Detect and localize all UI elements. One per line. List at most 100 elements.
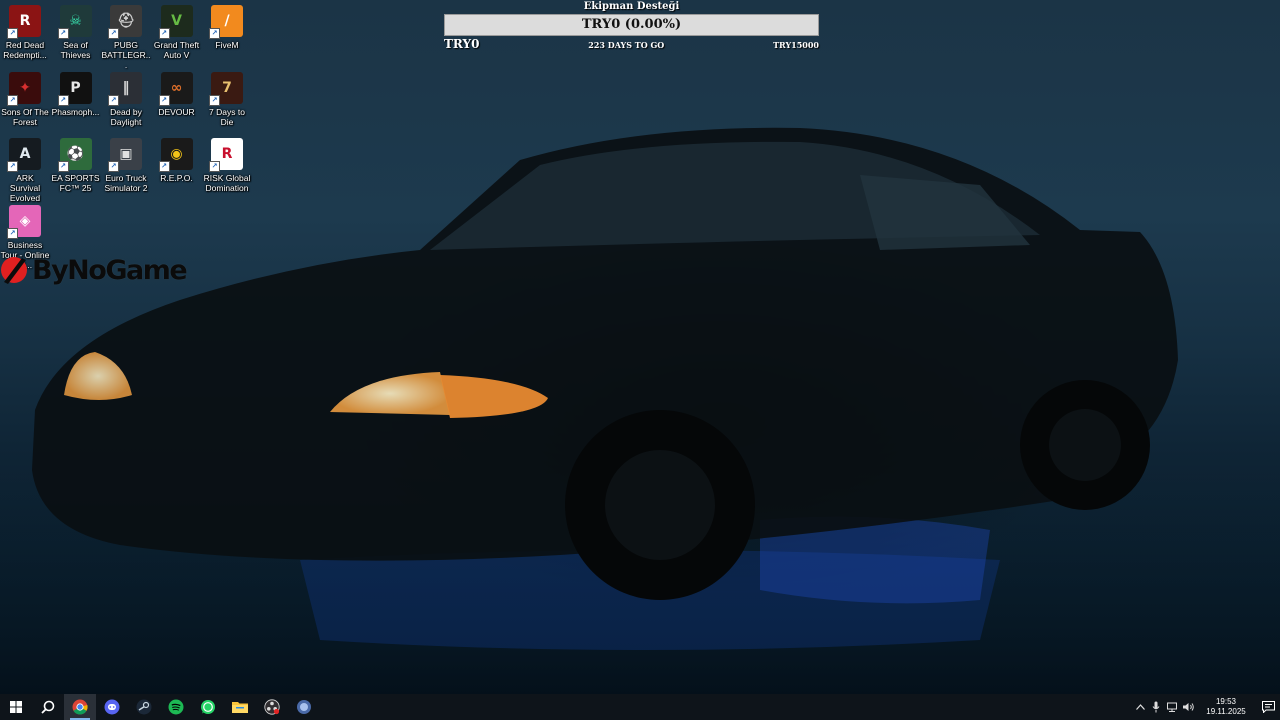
tray-volume[interactable] [1180, 694, 1196, 720]
tray-network[interactable] [1164, 694, 1180, 720]
goal-target-amount: TRY15000 [773, 40, 819, 50]
desktop-shortcut-label: PUBG BATTLEGR... [101, 40, 151, 70]
desktop-shortcut-label: Dead by Daylight [110, 106, 142, 127]
desktop-shortcut[interactable]: R ↗ Red Dead Redempti... [0, 5, 50, 60]
taskbar-app[interactable] [288, 694, 320, 720]
red-dead-redemption-icon: R ↗ [7, 5, 41, 39]
sea-of-thieves-icon: ☠ ↗ [57, 5, 92, 39]
clock-date: 19.11.2025 [1206, 707, 1246, 716]
icon-glyph: ⛑ [117, 13, 135, 29]
chrome-icon [72, 699, 88, 715]
icon-glyph: P [70, 79, 81, 96]
volume-icon [1182, 703, 1194, 711]
desktop-shortcut-label: FiveM [215, 40, 239, 50]
euro-truck-simulator-icon: ▣ ↗ [108, 138, 142, 172]
desktop-shortcut[interactable]: ⚽ ↗ EA SPORTS FC™ 25 [51, 138, 101, 193]
start-button[interactable] [0, 694, 32, 720]
desktop-shortcut-label: R.E.P.O. [160, 173, 193, 183]
notification-center-button[interactable] [1256, 694, 1280, 720]
icon-glyph: R [221, 146, 233, 162]
risk-icon: R ↗ [209, 138, 243, 172]
taskbar-steam[interactable] [128, 694, 160, 720]
obs-icon [264, 699, 280, 715]
discord-icon [104, 699, 120, 715]
goal-title: Ekipman Desteği [583, 1, 680, 12]
icon-glyph: / [224, 13, 230, 29]
phasmophobia-icon: P ↗ [57, 71, 92, 106]
sons-of-the-forest-icon: ✦ ↗ [7, 71, 41, 106]
windows-start-icon [10, 701, 22, 713]
steam-icon [136, 699, 152, 715]
taskbar-spotify[interactable] [160, 694, 192, 720]
icon-glyph: ▣ [119, 146, 133, 162]
shortcut-arrow-icon: ↗ [108, 161, 119, 172]
taskbar-whatsapp[interactable] [192, 694, 224, 720]
pubg-icon: ⛑ ↗ [108, 5, 142, 39]
goal-footer: TRY0 223 DAYS TO GO TRY15000 [444, 37, 819, 51]
desktop-shortcut-label: Sea of Thieves [60, 40, 91, 60]
desktop-shortcut[interactable]: ▣ ↗ Euro Truck Simulator 2 [101, 138, 151, 193]
clock-time: 19:53 [1215, 697, 1237, 706]
shortcut-arrow-icon: ↗ [57, 28, 69, 39]
goal-days-left: 223 DAYS TO GO [588, 40, 665, 50]
desktop-shortcut[interactable]: A ↗ ARK Survival Evolved [0, 138, 50, 203]
gta-v-icon: V ↗ [158, 5, 193, 39]
desktop-shortcut[interactable]: / ↗ FiveM [202, 5, 252, 50]
icon-glyph: R [19, 13, 31, 29]
taskbar-chrome[interactable] [64, 694, 96, 720]
shortcut-arrow-icon: ↗ [7, 28, 18, 39]
desktop-shortcut[interactable]: 7 ↗ 7 Days to Die [202, 71, 252, 127]
repo-icon: ◉ ↗ [158, 138, 193, 172]
desktop-shortcut-label: Grand Theft Auto V [153, 40, 200, 60]
desktop-shortcut[interactable]: V ↗ Grand Theft Auto V [152, 5, 202, 60]
whatsapp-icon [201, 700, 215, 714]
desktop-shortcut-label: EA SPORTS FC™ 25 [51, 173, 100, 193]
desktop-shortcut-label: Red Dead Redempti... [3, 40, 47, 60]
search-button[interactable] [32, 694, 64, 720]
business-tour-icon: ◈ ↗ [7, 204, 41, 239]
shortcut-arrow-icon: ↗ [158, 161, 170, 172]
desktop-shortcut[interactable]: P ↗ Phasmoph... [51, 71, 101, 117]
goal-progress-bar: TRY0 (0.00%) [444, 14, 819, 36]
icon-glyph: V [171, 13, 182, 29]
icon-glyph: 7 [222, 79, 232, 96]
microphone-icon [1152, 701, 1160, 713]
shortcut-arrow-icon: ↗ [108, 94, 119, 106]
devour-icon: ∞ ↗ [158, 71, 193, 106]
desktop-shortcut[interactable]: ⛑ ↗ PUBG BATTLEGR... [101, 5, 151, 70]
desktop-shortcut[interactable]: R ↗ RISK Global Domination [202, 138, 252, 193]
shortcut-arrow-icon: ↗ [108, 28, 119, 39]
icon-glyph: ☠ [69, 13, 82, 29]
clock[interactable]: 19:53 19.11.2025 [1200, 697, 1252, 717]
desktop-shortcut[interactable]: ◉ ↗ R.E.P.O. [152, 138, 202, 183]
taskbar: 19:53 19.11.2025 [0, 694, 1280, 720]
taskbar-file-explorer[interactable] [224, 694, 256, 720]
desktop-shortcut-label: Sons Of The Forest [1, 106, 49, 127]
taskbar-obs[interactable] [256, 694, 288, 720]
desktop-shortcut[interactable]: ☠ ↗ Sea of Thieves [51, 5, 101, 60]
taskbar-discord[interactable] [96, 694, 128, 720]
shortcut-arrow-icon: ↗ [209, 28, 220, 39]
7-days-to-die-icon: 7 ↗ [209, 71, 243, 106]
desktop-shortcut-label: RISK Global Domination [203, 173, 251, 193]
icon-glyph: ✦ [19, 79, 31, 96]
bynogame-logo: ByNoGame [0, 252, 188, 288]
shortcut-arrow-icon: ↗ [209, 161, 220, 172]
desktop-shortcut[interactable]: ✦ ↗ Sons Of The Forest [0, 71, 50, 127]
shortcut-arrow-icon: ↗ [7, 94, 18, 106]
icon-glyph: ‖ [122, 79, 130, 96]
bynogame-logo-text: ByNoGame [32, 254, 188, 286]
desktop-shortcut[interactable]: ‖ ↗ Dead by Daylight [101, 71, 151, 127]
shortcut-arrow-icon: ↗ [158, 94, 170, 106]
search-icon [41, 700, 55, 714]
icon-glyph: ◈ [19, 212, 31, 229]
system-tray: 19:53 19.11.2025 [1132, 694, 1280, 720]
desktop-shortcut[interactable]: ∞ ↗ DEVOUR [152, 71, 202, 117]
tray-overflow-button[interactable] [1132, 694, 1148, 720]
shortcut-arrow-icon: ↗ [57, 161, 69, 172]
icon-glyph: ⚽ [66, 146, 85, 162]
goal-progress-text: TRY0 (0.00%) [581, 17, 682, 32]
tray-microphone[interactable] [1148, 694, 1164, 720]
chevron-up-icon [1135, 704, 1145, 710]
bynogame-mark-icon [1, 257, 27, 284]
